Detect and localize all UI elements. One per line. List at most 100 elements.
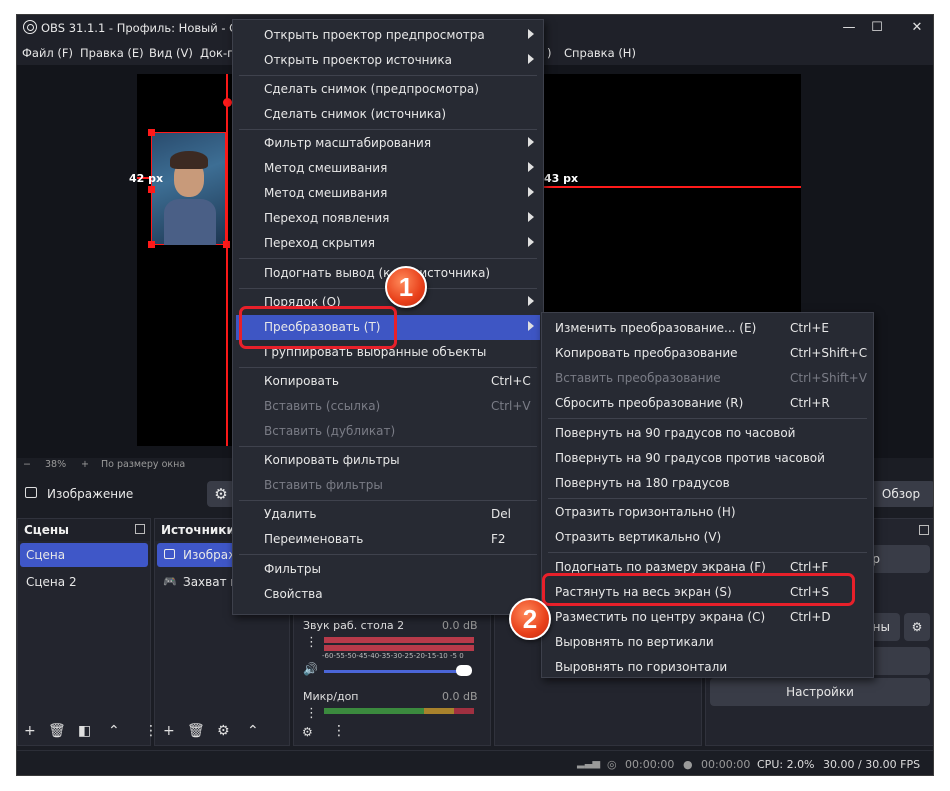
scene-item[interactable]: Сцена [20,543,148,567]
menu-item-label: Повернуть на 90 градусов по часовой [555,425,796,440]
menu-separator [239,366,537,368]
menu-item-label: Сделать снимок (источника) [264,107,447,122]
menu-item-label: Сделать снимок (предпросмотра) [264,82,479,97]
right-distance-label: 43 px [544,172,579,185]
menu-file[interactable]: Файл (F) [22,46,73,60]
menu-item[interactable]: Копировать фильтры [236,448,540,473]
menu-item[interactable]: Выровнять по горизонтали [545,655,870,680]
resize-handle-l[interactable] [148,186,155,193]
menu-item-label: Переход скрытия [264,236,375,251]
menu-item[interactable]: Разместить по центру экрана (C) Ctrl+D [545,605,870,630]
menu-item[interactable]: Переименовать F2 [236,527,540,552]
zoom-in-button[interactable]: + [81,459,89,470]
filter-icon[interactable]: ◧ [78,723,91,739]
menu-item-label: Изменить преобразование... (E) [555,321,757,335]
volume-slider[interactable] [324,670,464,673]
settings-button[interactable]: Настройки [710,678,930,706]
overview-button[interactable]: Обзор [867,481,933,507]
close-button[interactable]: ✕ [903,18,931,38]
menu-item-label: Свойства [264,586,323,601]
menu-separator [548,497,867,499]
fit-window-button[interactable]: По размеру окна [101,459,185,470]
resize-handle-bl[interactable] [148,241,155,248]
add-icon[interactable]: + [24,723,36,739]
highlight-transform-item [239,306,397,349]
submenu-arrow-icon [528,137,534,148]
volume-slider-handle[interactable] [456,665,472,676]
image-icon [25,487,37,498]
scenes-panel: Сцены Сцена Сцена 2 + 🗑 ◧ ⌃ ⋮ [17,518,158,746]
menu-item[interactable]: Сделать снимок (предпросмотра) [236,77,540,102]
menu-item[interactable]: Фильтры [236,557,540,582]
source-settings-button[interactable]: ⚙ [207,481,235,507]
menu-item[interactable]: Копировать преобразование Ctrl+Shift+C [545,341,870,366]
menu-item-shortcut: F2 [491,532,506,547]
chevron-up-icon[interactable]: ⌃ [247,723,259,739]
menu-edit[interactable]: Правка (E) [80,46,144,60]
menu-item-label: Открыть проектор предпросмотра [264,28,485,42]
more-icon[interactable]: ⋮ [305,635,318,650]
menu-item[interactable]: Выровнять по вертикали [545,630,870,655]
menu-item[interactable]: Метод смешивания [236,156,540,181]
menu-item-label: Копировать преобразование [555,346,738,360]
menu-item[interactable]: Удалить Del [236,502,540,527]
undock-icon[interactable] [919,525,929,535]
menu-item[interactable]: Фильтр масштабирования [236,131,540,156]
control-gear-button[interactable]: ⚙ [904,613,930,641]
submenu-arrow-icon [528,54,534,64]
menu-item[interactable]: Метод смешивания [236,181,540,206]
menu-item[interactable]: Повернуть на 90 градусов против часовой [545,446,870,471]
add-icon[interactable]: + [163,723,175,739]
minimize-button[interactable]: — [835,18,863,38]
undock-icon[interactable] [135,524,145,534]
mixer-settings-icon[interactable]: ⚙ [302,725,313,739]
menu-help[interactable]: Справка (H) [564,46,636,60]
more-icon[interactable]: ⋮ [305,706,318,721]
step-badge-1: 1 [385,266,427,308]
menu-item-label: Удалить [264,507,317,522]
transform-submenu: Изменить преобразование... (E) Ctrl+E Копи… [541,312,874,678]
menu-item[interactable]: Сбросить преобразование (R) Ctrl+R [545,391,870,416]
scene-item[interactable]: Сцена 2 [20,570,148,594]
menu-item[interactable]: Открыть проектор источника [236,48,540,73]
menu-item: Вставить (дубликат) [236,419,540,444]
meter-scale: -60-55-50-45-40-35-30-25-20-15-10 -5 0 [322,652,464,660]
image-source-thumbnail[interactable] [151,132,226,245]
maximize-button[interactable]: ☐ [863,18,891,38]
menu-view[interactable]: Вид (V) [149,46,193,60]
zoom-out-button[interactable]: − [23,459,31,470]
mixer-channel-name: Микр/доп [303,690,359,703]
menu-item[interactable]: Сделать снимок (источника) [236,102,540,127]
menu-item[interactable]: Переход скрытия [236,231,540,256]
menu-item[interactable]: Повернуть на 90 градусов по часовой [545,421,870,446]
menu-item[interactable]: Переход появления [236,206,540,231]
menu-docks[interactable]: Док-п [200,46,235,60]
speaker-icon[interactable]: 🔊 [303,662,318,676]
menu-item[interactable]: Отразить горизонтально (H) [545,500,870,525]
menu-item[interactable]: Повернуть на 180 градусов [545,471,870,496]
trash-icon[interactable]: 🗑 [187,723,205,739]
menu-separator [239,129,537,131]
menu-item-shortcut: Ctrl+V [491,399,531,413]
menu-item[interactable]: Свойства [236,582,540,607]
menu-item-shortcut: Ctrl+E [790,321,829,335]
gear-icon[interactable]: ⚙ [217,723,230,739]
character-hair [170,151,208,169]
rotation-handle[interactable] [223,98,232,107]
chevron-up-icon[interactable]: ⌃ [108,723,120,739]
trash-icon[interactable]: 🗑 [48,723,66,739]
volume-meter [424,708,454,714]
menu-item-label: Метод смешивания [264,186,388,201]
menu-item[interactable]: Изменить преобразование... (E) Ctrl+E [545,316,870,341]
menu-item-label: Копировать фильтры [264,453,400,468]
menu-item[interactable]: Копировать Ctrl+C [236,369,540,394]
menu-item-label: Открыть проектор источника [264,53,452,67]
obs-logo-icon [23,20,37,34]
menu-item-label: Вставить преобразование [555,371,721,385]
menu-item[interactable]: Открыть проектор предпросмотра [236,23,540,48]
resize-handle-br[interactable] [223,241,230,248]
resize-handle-tl[interactable] [148,129,155,136]
menu-separator [239,258,537,260]
more-icon[interactable]: ⋮ [332,723,346,739]
menu-item[interactable]: Отразить вертикально (V) [545,525,870,550]
